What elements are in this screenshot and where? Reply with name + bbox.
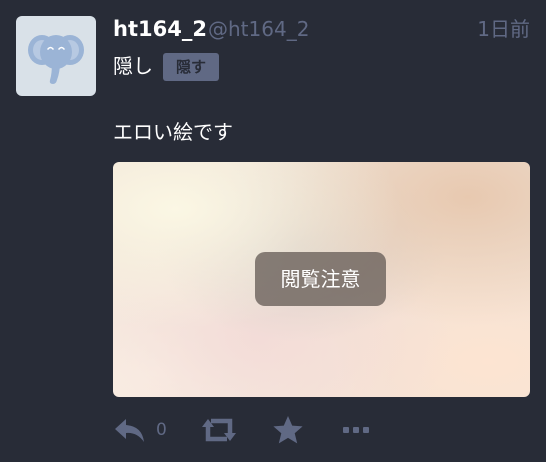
elephant-avatar-icon [28,35,84,84]
boost-button[interactable] [201,410,237,450]
more-icon [343,427,369,433]
action-bar: 0 [113,410,513,450]
account-handle[interactable]: @ht164_2 [208,14,309,44]
relative-time[interactable]: 1日前 [477,14,530,44]
favourite-button[interactable] [272,410,304,450]
hide-content-button[interactable]: 隠す [163,53,219,81]
media-attachment[interactable]: 閲覧注意 [113,162,530,397]
spoiler-text: 隠し [113,54,153,78]
boost-icon [202,418,236,442]
reply-button[interactable]: 0 [113,410,167,450]
more-button[interactable] [342,410,370,450]
sensitive-media-reveal-button[interactable]: 閲覧注意 [255,252,386,306]
reply-icon [115,419,144,442]
reply-count: 0 [156,420,167,440]
status-card: ht164_2 @ht164_2 1日前 隠し 隠す エロい絵です 閲覧注意 0 [0,0,546,462]
star-icon [273,416,303,444]
status-header: ht164_2 @ht164_2 1日前 [113,14,530,44]
display-name[interactable]: ht164_2 [113,14,207,44]
status-content: エロい絵です [113,120,233,144]
avatar[interactable] [16,16,96,96]
